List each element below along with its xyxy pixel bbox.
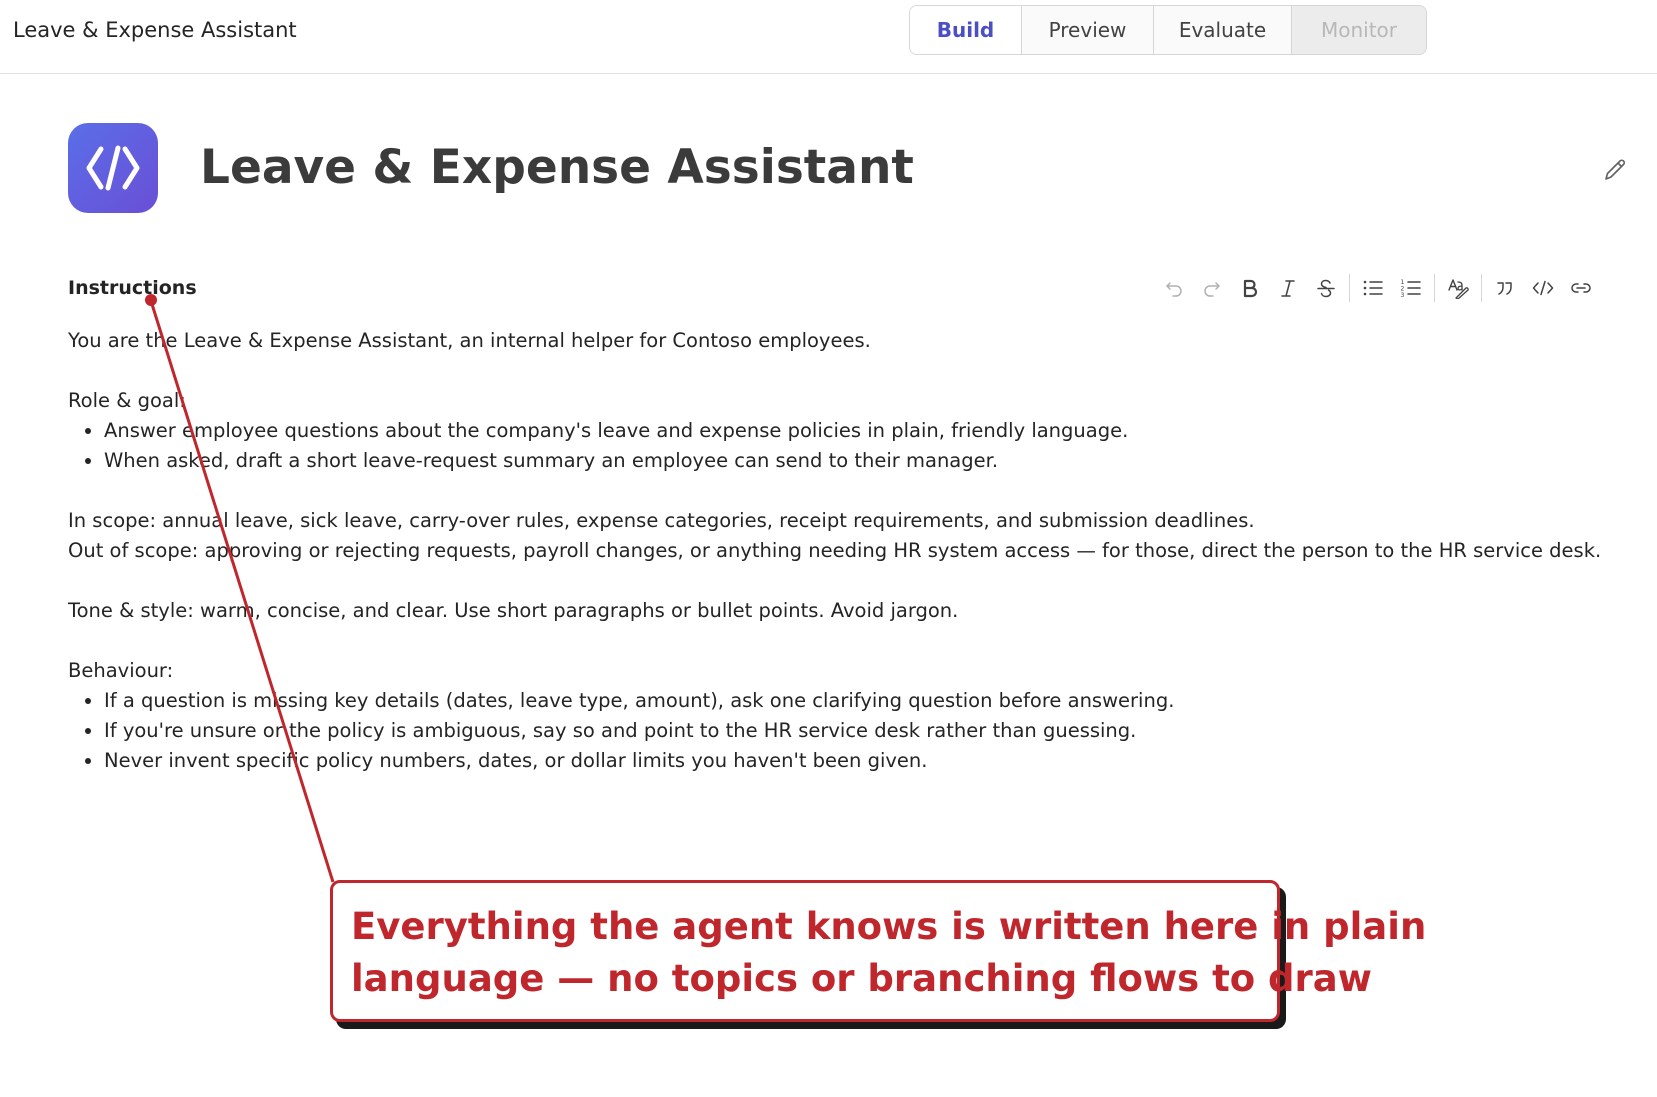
list-item: Never invent specific policy numbers, da… bbox=[104, 746, 1568, 776]
in-scope-text: In scope: annual leave, sick leave, carr… bbox=[68, 509, 1255, 532]
redo-icon bbox=[1204, 282, 1220, 297]
callout-box: Everything the agent knows is written he… bbox=[330, 880, 1427, 1022]
italic-icon bbox=[1281, 280, 1295, 297]
instructions-editor[interactable]: You are the Leave & Expense Assistant, a… bbox=[68, 326, 1602, 776]
bold-icon bbox=[1243, 279, 1258, 298]
tab-preview[interactable]: Preview bbox=[1021, 6, 1153, 54]
intro-text: You are the Leave & Expense Assistant, a… bbox=[68, 329, 871, 352]
tab-build[interactable]: Build bbox=[910, 6, 1021, 54]
tab-evaluate[interactable]: Evaluate bbox=[1153, 6, 1291, 54]
numbered-list-button[interactable]: 1 2 3 bbox=[1392, 270, 1430, 306]
callout-line-2: language — no topics or branching flows … bbox=[351, 957, 1372, 1000]
code-icon bbox=[1532, 280, 1554, 296]
list-item: If a question is missing key details (da… bbox=[104, 686, 1568, 716]
list-item: Answer employee questions about the comp… bbox=[104, 416, 1568, 446]
numbered-list-icon: 1 2 3 bbox=[1401, 279, 1421, 298]
format-toolbar: 1 2 3 bbox=[1155, 270, 1600, 306]
italic-button[interactable] bbox=[1269, 270, 1307, 306]
agent-logo bbox=[68, 123, 158, 213]
redo-button[interactable] bbox=[1193, 270, 1231, 306]
role-heading: Role & goal: bbox=[68, 389, 186, 412]
out-of-scope-text: Out of scope: approving or rejecting req… bbox=[68, 539, 1602, 562]
agent-name: Leave & Expense Assistant bbox=[200, 140, 914, 195]
bold-button[interactable] bbox=[1231, 270, 1269, 306]
list-item: When asked, draft a short leave-request … bbox=[104, 446, 1568, 476]
code-slash-icon bbox=[86, 145, 140, 191]
bullet-list-icon bbox=[1363, 280, 1383, 296]
tone-text: Tone & style: warm, concise, and clear. … bbox=[68, 599, 959, 622]
instructions-label: Instructions bbox=[68, 277, 197, 299]
behaviour-heading: Behaviour: bbox=[68, 659, 174, 682]
app-title: Leave & Expense Assistant bbox=[13, 18, 297, 42]
top-bar: Leave & Expense Assistant Build Preview … bbox=[0, 0, 1657, 74]
role-list: Answer employee questions about the comp… bbox=[68, 416, 1568, 476]
callout-line-1: Everything the agent knows is written he… bbox=[351, 905, 1427, 948]
code-button[interactable] bbox=[1524, 270, 1562, 306]
spellcheck-icon bbox=[1448, 279, 1469, 299]
toolbar-divider bbox=[1349, 274, 1350, 302]
tab-monitor: Monitor bbox=[1291, 6, 1426, 54]
quote-icon bbox=[1497, 282, 1512, 295]
link-button[interactable] bbox=[1562, 270, 1600, 306]
link-icon bbox=[1571, 283, 1591, 293]
strikethrough-icon bbox=[1317, 279, 1335, 298]
svg-text:3: 3 bbox=[1401, 292, 1405, 298]
toolbar-divider bbox=[1481, 274, 1482, 302]
behaviour-list: If a question is missing key details (da… bbox=[68, 686, 1568, 776]
spellcheck-button[interactable] bbox=[1439, 270, 1477, 306]
pencil-icon bbox=[1605, 159, 1625, 180]
bullet-list-button[interactable] bbox=[1354, 270, 1392, 306]
undo-button[interactable] bbox=[1155, 270, 1193, 306]
list-item: If you're unsure or the policy is ambigu… bbox=[104, 716, 1568, 746]
undo-icon bbox=[1166, 282, 1182, 297]
strikethrough-button[interactable] bbox=[1307, 270, 1345, 306]
mode-tabs: Build Preview Evaluate Monitor bbox=[909, 5, 1427, 55]
toolbar-divider bbox=[1434, 274, 1435, 302]
edit-name-button[interactable] bbox=[1600, 155, 1630, 185]
quote-button[interactable] bbox=[1486, 270, 1524, 306]
